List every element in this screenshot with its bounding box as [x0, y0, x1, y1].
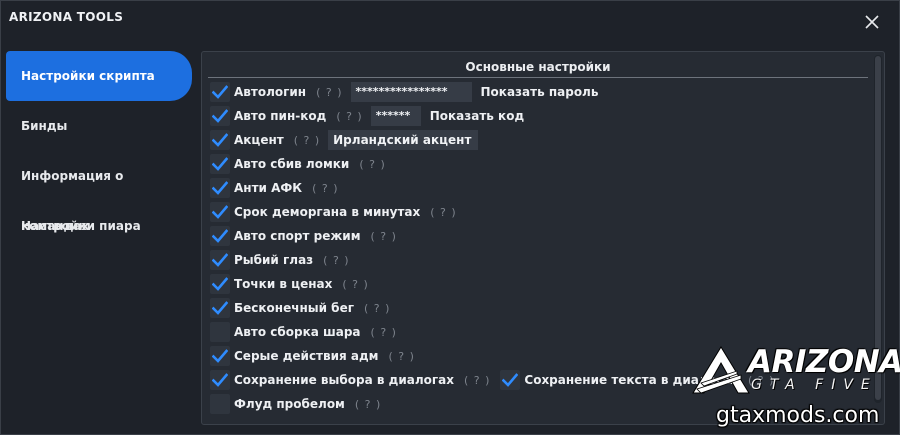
setting-row: Сохранение выбора в диалогах( ? ) Сохране…	[210, 370, 774, 390]
check-icon	[212, 181, 228, 195]
checkbox[interactable]	[210, 250, 230, 270]
show-password-button[interactable]: Показать пароль	[481, 85, 599, 99]
check-icon	[212, 373, 228, 387]
check-icon	[212, 349, 228, 363]
setting-label: Авто спорт режим	[234, 229, 361, 243]
show-code-button[interactable]: Показать код	[430, 109, 524, 123]
setting-row: Рыбий глаз ( ? )	[210, 250, 350, 270]
help-button[interactable]: ( ? )	[316, 86, 342, 99]
title-bar: ARIZONA TOOLS	[1, 1, 899, 35]
setting-label: Сохранение выбора в диалогах	[234, 373, 454, 387]
help-button[interactable]: ( ? )	[464, 374, 490, 387]
setting-row: Анти АФК ( ? )	[210, 178, 339, 198]
window-title: ARIZONA TOOLS	[9, 10, 124, 24]
checkbox[interactable]	[210, 130, 230, 150]
checkbox[interactable]	[210, 346, 230, 366]
setting-row: Точки в ценах ( ? )	[210, 274, 369, 294]
checkbox[interactable]	[210, 106, 230, 126]
panel-title: Основные настройки	[208, 60, 868, 78]
setting-row: Срок деморгана в минутах ( ? )	[210, 202, 457, 222]
setting-row: Серые действия адм ( ? )	[210, 346, 415, 366]
check-icon	[212, 109, 228, 123]
help-button[interactable]: ( ? )	[336, 110, 362, 123]
setting-label: Акцент	[234, 133, 284, 147]
checkbox[interactable]	[210, 370, 230, 390]
help-button[interactable]: ( ? )	[430, 206, 456, 219]
setting-label: Авто сборка шара	[234, 325, 361, 339]
setting-row: Флуд пробелом ( ? )	[210, 394, 381, 414]
close-icon[interactable]	[865, 15, 881, 31]
help-button[interactable]: ( ? )	[342, 278, 368, 291]
logo-subtitle: GTA FIVE	[751, 377, 878, 393]
help-button[interactable]: ( ? )	[355, 398, 381, 411]
checkbox[interactable]	[210, 298, 230, 318]
sidebar-item-binds[interactable]: Бинды	[6, 101, 192, 151]
checkbox[interactable]	[210, 178, 230, 198]
sidebar-item-pr-settings[interactable]: Настройки пиара	[6, 201, 192, 251]
setting-label: Бесконечный бег	[234, 301, 354, 315]
setting-row: Авто пин-код ( ? ) ****** Показать код	[210, 106, 524, 126]
check-icon	[212, 157, 228, 171]
setting-row: Бесконечный бег ( ? )	[210, 298, 390, 318]
help-button[interactable]: ( ? )	[294, 134, 320, 147]
check-icon	[212, 133, 228, 147]
checkbox[interactable]	[210, 226, 230, 246]
setting-label: Флуд пробелом	[234, 397, 345, 411]
app-window: ARIZONA TOOLS Настройки скрипта Бинды Ин…	[0, 0, 900, 435]
setting-label: Срок деморгана в минутах	[234, 205, 421, 219]
help-button[interactable]: ( ? )	[389, 350, 415, 363]
setting-label: Анти АФК	[234, 181, 303, 195]
setting-label: Авто сбив ломки	[234, 157, 350, 171]
check-icon	[212, 85, 228, 99]
check-icon	[212, 253, 228, 267]
checkbox[interactable]	[210, 154, 230, 174]
checkbox[interactable]	[210, 322, 230, 342]
setting-label: Автологин	[234, 85, 307, 99]
sidebar: Настройки скрипта Бинды Информация о ком…	[6, 51, 192, 251]
password-input[interactable]: ****************	[350, 82, 472, 102]
setting-row: Авто сборка шара ( ? )	[210, 322, 397, 342]
logo-emblem-icon	[692, 346, 750, 394]
logo-text: ARIZONA	[748, 344, 900, 380]
checkbox[interactable]	[210, 394, 230, 414]
checkbox[interactable]	[210, 82, 230, 102]
setting-row: Авто спорт режим ( ? )	[210, 226, 397, 246]
help-button[interactable]: ( ? )	[312, 182, 338, 195]
checkbox[interactable]	[500, 370, 521, 390]
check-icon	[212, 301, 228, 315]
check-icon	[212, 205, 228, 219]
help-button[interactable]: ( ? )	[371, 230, 397, 243]
setting-row: Автологин ( ? ) **************** Показать п…	[210, 82, 598, 102]
arizona-logo: ARIZONA GTA FIVE	[691, 341, 900, 401]
help-button[interactable]: ( ? )	[371, 326, 397, 339]
help-button[interactable]: ( ? )	[323, 254, 349, 267]
watermark-site: gtaxmods.com	[716, 403, 880, 428]
help-button[interactable]: ( ? )	[359, 158, 385, 171]
pin-code-input[interactable]: ******	[370, 106, 421, 126]
sidebar-item-commands-info[interactable]: Информация о командах	[6, 151, 192, 233]
check-icon	[212, 277, 228, 291]
setting-row: Авто сбив ломки ( ? )	[210, 154, 386, 174]
setting-label: Точки в ценах	[234, 277, 333, 291]
checkbox[interactable]	[210, 274, 230, 294]
check-icon	[212, 229, 228, 243]
setting-label: Рыбий глаз	[234, 253, 314, 267]
checkbox[interactable]	[210, 202, 230, 222]
setting-label: Серые действия адм	[234, 349, 379, 363]
accent-input[interactable]: Ирландский акцент	[328, 130, 479, 150]
help-button[interactable]: ( ? )	[364, 302, 390, 315]
sidebar-item-script-settings[interactable]: Настройки скрипта	[6, 51, 192, 101]
setting-row: Акцент ( ? ) Ирландский акцент	[210, 130, 479, 150]
setting-label: Авто пин-код	[234, 109, 327, 123]
